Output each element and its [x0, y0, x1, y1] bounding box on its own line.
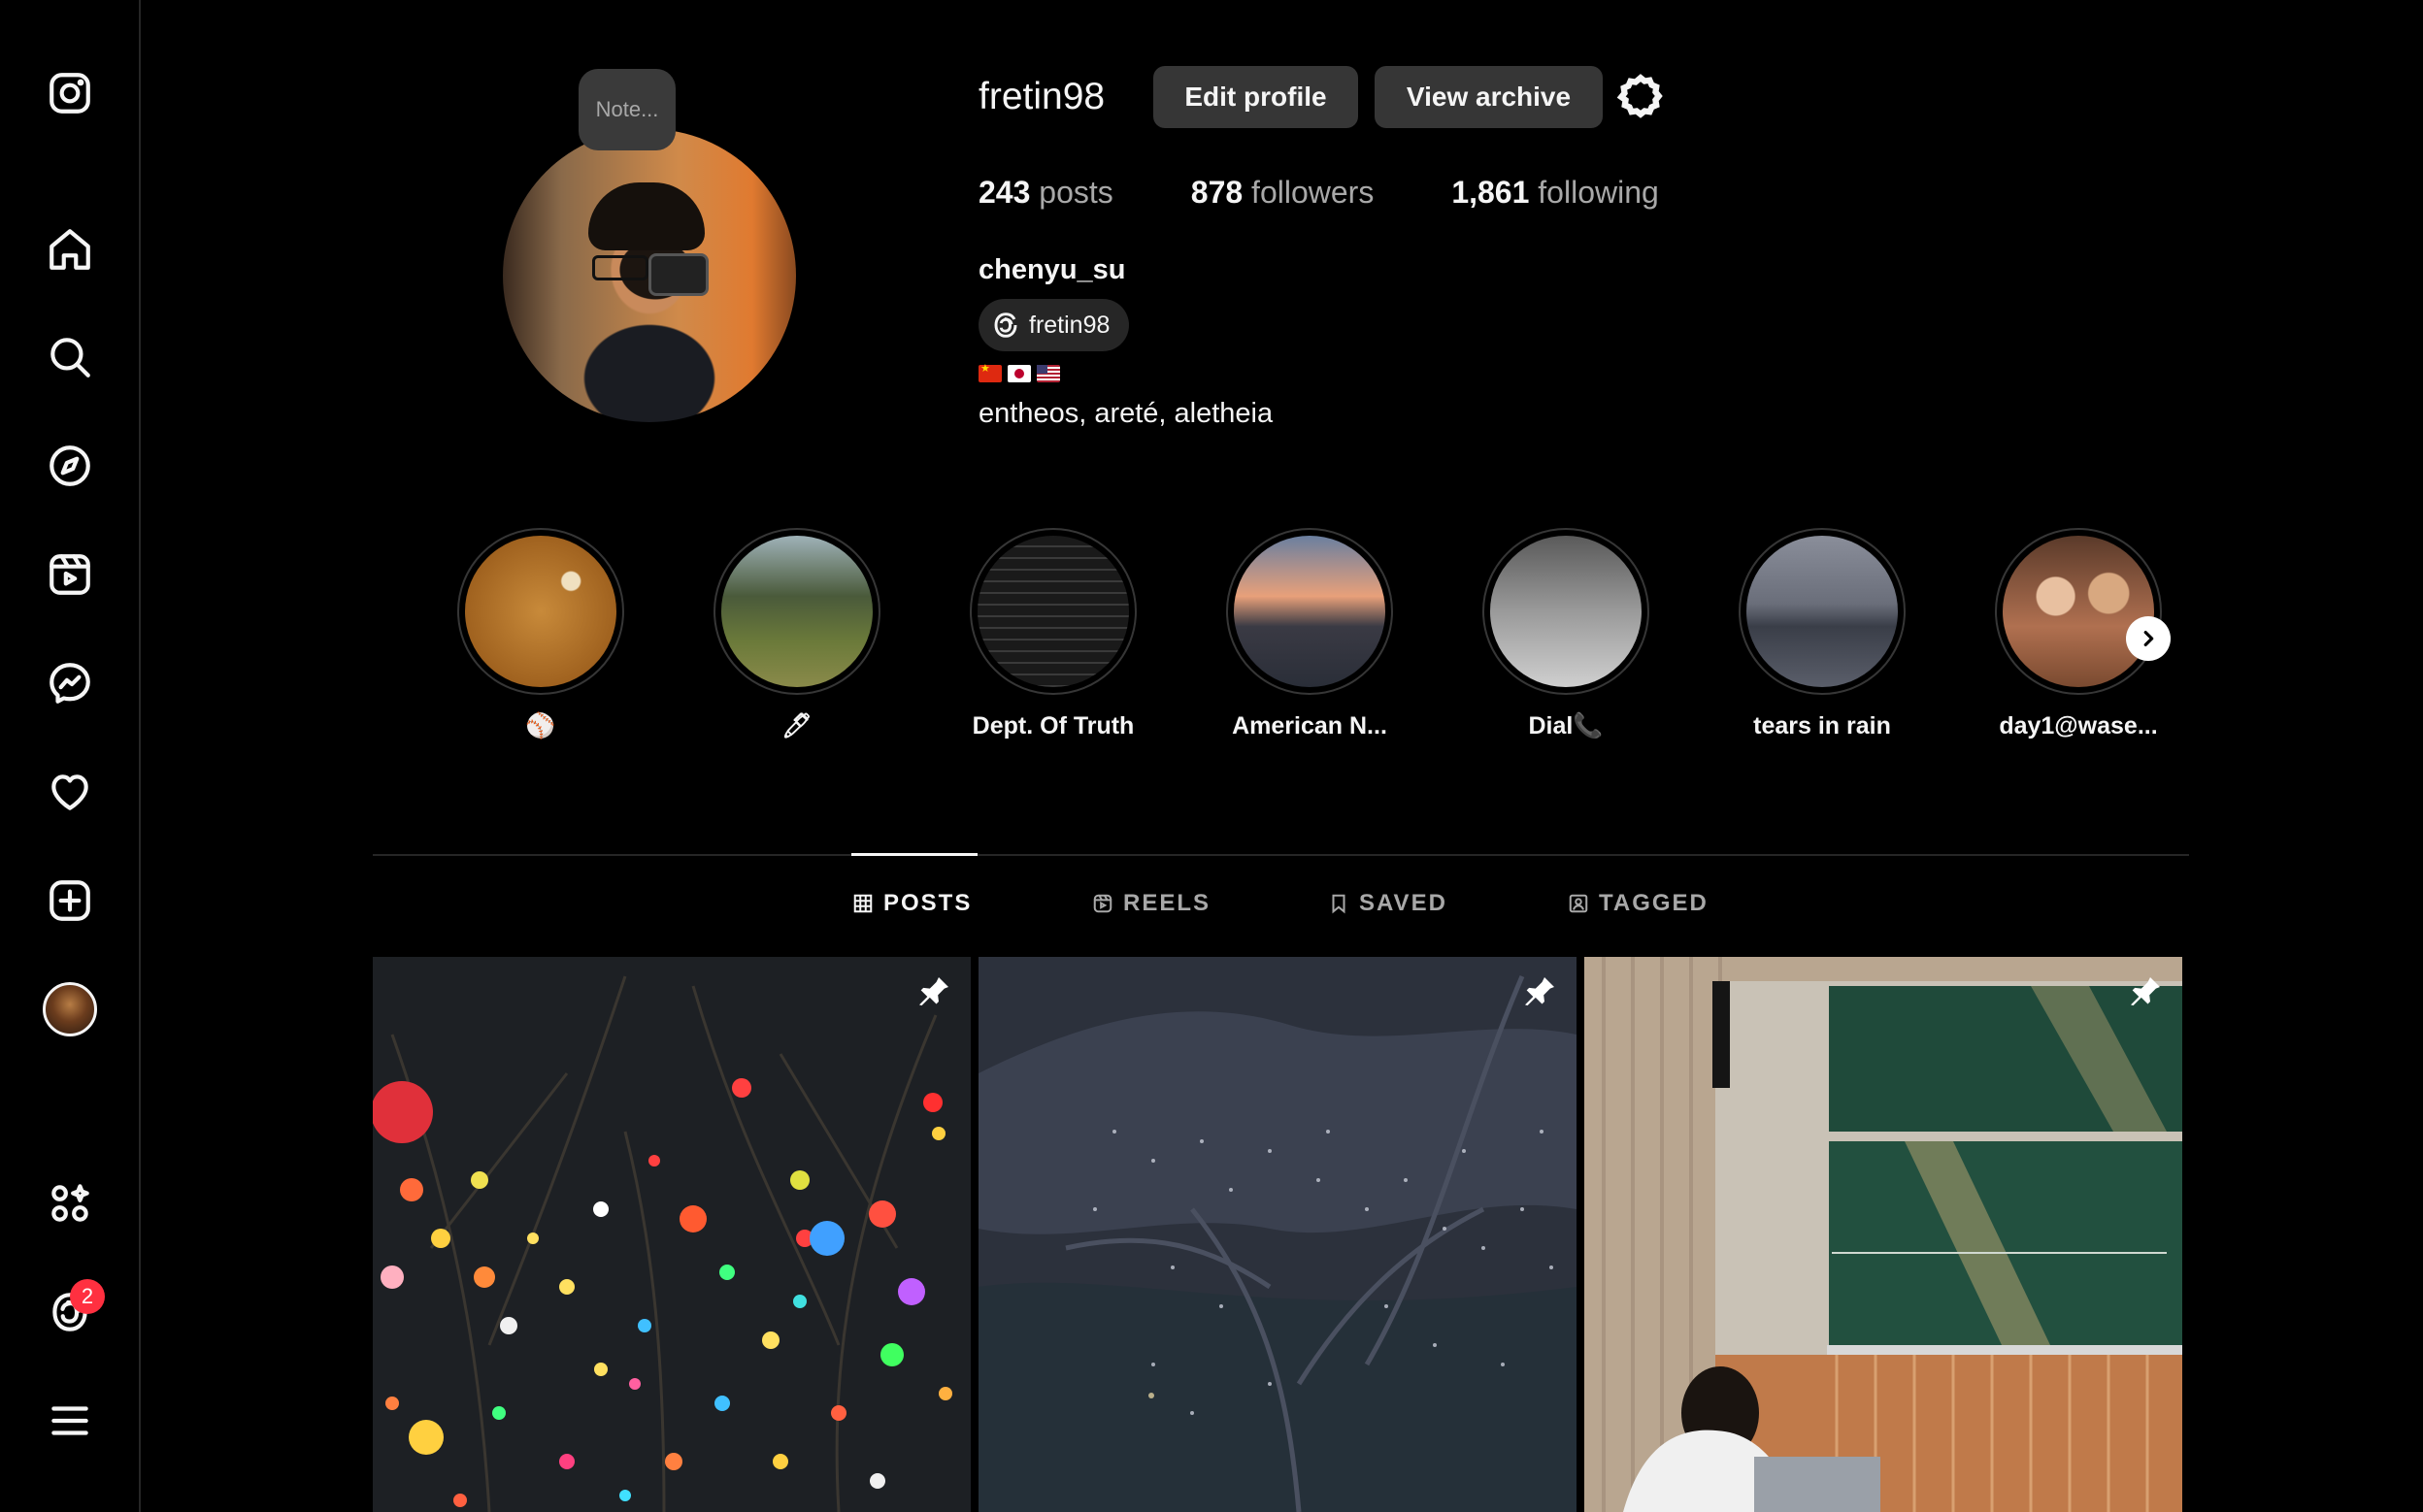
settings-gear-icon[interactable]	[1616, 73, 1665, 121]
bio-flags	[979, 362, 1060, 382]
sidebar-nav: 2	[0, 0, 141, 1512]
highlight-item[interactable]: tears in rain	[1725, 528, 1919, 740]
edit-profile-button[interactable]: Edit profile	[1153, 66, 1358, 128]
highlight-label: American N...	[1232, 712, 1387, 740]
notification-badge: 2	[70, 1279, 105, 1314]
post-thumbnail[interactable]	[1584, 957, 2182, 1512]
tab-posts-label: POSTS	[883, 890, 973, 916]
profile-bio: entheos, areté, aletheia	[979, 398, 1274, 429]
highlight-label: tears in rain	[1753, 712, 1891, 740]
explore-icon[interactable]	[39, 435, 101, 497]
post-image-night-tree	[979, 957, 1577, 1512]
china-flag-icon	[979, 362, 1002, 382]
post-image-lanterns	[373, 957, 971, 1512]
following-stat[interactable]: 1,861 following	[1451, 175, 1658, 211]
profile-nav-item[interactable]	[39, 978, 101, 1040]
posts-label: posts	[1039, 175, 1113, 210]
highlight-cover	[721, 536, 873, 687]
grid-icon	[853, 894, 873, 913]
active-tab-indicator	[851, 853, 978, 856]
highlight-item[interactable]: Dial📞	[1469, 528, 1663, 740]
tab-posts[interactable]: POSTS	[852, 890, 972, 917]
posts-stat: 243 posts	[979, 175, 1113, 211]
threads-icon	[994, 312, 1017, 338]
instagram-logo-icon[interactable]	[39, 62, 101, 124]
tab-saved[interactable]: SAVED	[1328, 890, 1447, 917]
tab-tagged-label: TAGGED	[1599, 890, 1709, 916]
pinned-icon	[1520, 972, 1559, 1011]
avatar	[43, 982, 97, 1036]
threads-nav-item[interactable]: 2	[39, 1279, 105, 1343]
also-from-meta-icon[interactable]	[39, 1172, 101, 1234]
highlight-cover	[1746, 536, 1898, 687]
messenger-icon[interactable]	[39, 652, 101, 714]
profile-stats: 243 posts 878 followers 1,861 following	[979, 175, 1659, 211]
highlight-label: day1@wase...	[1999, 712, 2158, 740]
pinned-icon	[914, 972, 953, 1011]
posts-count: 243	[979, 175, 1031, 210]
create-icon[interactable]	[39, 870, 101, 932]
highlight-item[interactable]: 🖊	[700, 528, 894, 740]
highlight-item[interactable]: American N...	[1212, 528, 1407, 740]
us-flag-icon	[1037, 365, 1060, 382]
japan-flag-icon	[1008, 365, 1031, 382]
profile-full-name: chenyu_su	[979, 254, 1126, 285]
note-bubble[interactable]: Note...	[579, 69, 676, 150]
highlights-next-button[interactable]	[2126, 616, 2171, 661]
highlight-label: ⚾	[525, 712, 556, 740]
tab-reels[interactable]: REELS	[1092, 890, 1211, 917]
highlight-cover	[1234, 536, 1385, 687]
bookmark-icon	[1332, 894, 1345, 914]
threads-handle: fretin98	[1029, 311, 1111, 339]
profile-username: fretin98	[979, 76, 1106, 117]
followers-stat[interactable]: 878 followers	[1191, 175, 1375, 211]
home-icon[interactable]	[39, 218, 101, 280]
highlight-cover	[1490, 536, 1642, 687]
reels-icon	[1093, 894, 1112, 913]
profile-picture[interactable]	[503, 129, 796, 422]
threads-link[interactable]: fretin98	[979, 299, 1130, 351]
following-count: 1,861	[1451, 175, 1530, 210]
chevron-right-icon	[2143, 630, 2154, 647]
highlight-label: Dept. Of Truth	[972, 712, 1135, 740]
post-thumbnail[interactable]	[979, 957, 1577, 1512]
following-label: following	[1538, 175, 1659, 210]
view-archive-button[interactable]: View archive	[1375, 66, 1603, 128]
tagged-icon	[1569, 894, 1588, 913]
tab-reels-label: REELS	[1123, 890, 1212, 916]
tab-tagged[interactable]: TAGGED	[1568, 890, 1709, 917]
heart-icon[interactable]	[39, 761, 101, 823]
tab-saved-label: SAVED	[1359, 890, 1447, 916]
menu-icon[interactable]	[39, 1390, 101, 1452]
pinned-icon	[2126, 972, 2165, 1011]
highlight-cover	[2003, 536, 2154, 687]
reels-icon[interactable]	[39, 543, 101, 606]
highlight-item[interactable]: ⚾	[444, 528, 638, 740]
followers-label: followers	[1251, 175, 1375, 210]
tabs-divider	[373, 854, 2189, 856]
highlight-label: 🖊	[781, 712, 813, 740]
search-icon[interactable]	[39, 326, 101, 388]
highlight-cover	[978, 536, 1129, 687]
followers-count: 878	[1190, 175, 1244, 210]
highlight-item[interactable]: Dept. Of Truth	[956, 528, 1150, 740]
highlight-cover	[465, 536, 616, 687]
post-thumbnail[interactable]	[373, 957, 971, 1512]
post-image-classroom	[1584, 957, 2182, 1512]
highlight-label: Dial📞	[1528, 712, 1604, 740]
